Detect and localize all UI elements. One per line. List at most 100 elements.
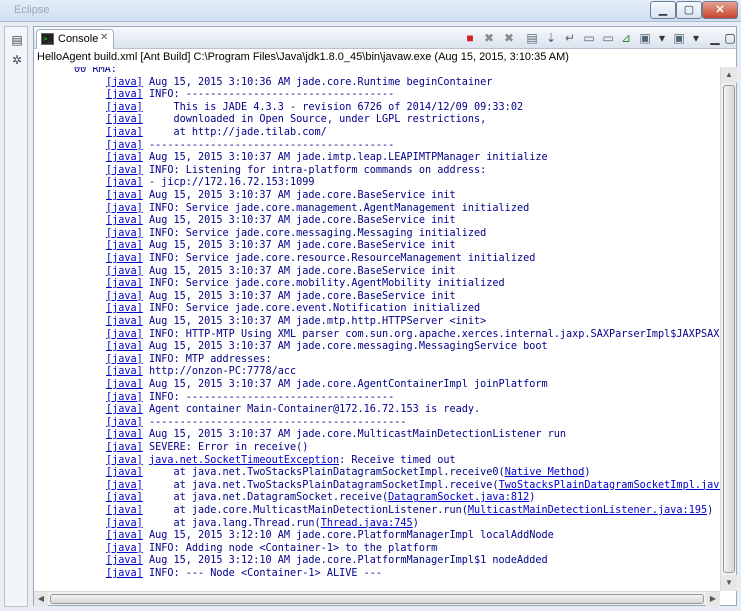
java-task-prefix[interactable]: [java] bbox=[106, 253, 143, 264]
scroll-right-icon[interactable]: ▶ bbox=[706, 592, 720, 606]
scroll-lock-icon[interactable]: ⇣ bbox=[543, 30, 559, 46]
java-task-prefix[interactable]: [java] bbox=[106, 341, 143, 352]
java-task-prefix[interactable]: [java] bbox=[106, 467, 143, 478]
show-on-error-icon[interactable]: ▭ bbox=[600, 30, 616, 46]
scroll-left-icon[interactable]: ◀ bbox=[34, 592, 48, 606]
java-task-prefix[interactable]: [java] bbox=[106, 203, 143, 214]
java-task-prefix[interactable]: [java] bbox=[106, 543, 143, 554]
console-line-text: Aug 15, 2015 3:10:37 AM jade.core.BaseSe… bbox=[142, 190, 456, 201]
console-line: [java] at java.net.TwoStacksPlainDatagra… bbox=[106, 480, 720, 493]
console-line: [java] INFO: Listening for intra-platfor… bbox=[106, 165, 486, 178]
maximize-button[interactable]: ▢ bbox=[676, 1, 702, 19]
java-task-prefix[interactable]: [java] bbox=[106, 228, 143, 239]
java-task-prefix[interactable]: [java] bbox=[106, 404, 143, 415]
java-task-prefix[interactable]: [java] bbox=[106, 429, 143, 440]
remove-all-terminated-icon[interactable]: ✖ bbox=[501, 30, 517, 46]
console-line-text: INFO: Adding node <Container-1> to the p… bbox=[142, 542, 438, 554]
java-task-prefix[interactable]: [java] bbox=[106, 492, 143, 503]
java-task-prefix[interactable]: [java] bbox=[106, 152, 143, 163]
java-task-prefix[interactable]: [java] bbox=[106, 240, 143, 251]
scroll-down-icon[interactable]: ▼ bbox=[721, 575, 737, 591]
java-task-prefix[interactable]: [java] bbox=[106, 379, 143, 390]
java-task-prefix[interactable]: [java] bbox=[106, 366, 143, 377]
java-task-prefix[interactable]: [java] bbox=[106, 77, 143, 88]
java-task-prefix[interactable]: [java] bbox=[106, 455, 143, 466]
minimize-icon: ▁ bbox=[658, 4, 668, 16]
stacktrace-link[interactable]: TwoStacksPlainDatagramSocketImpl.java:11… bbox=[499, 480, 720, 491]
launch-status-line: HelloAgent build.xml [Ant Build] C:\Prog… bbox=[37, 51, 569, 63]
java-task-prefix[interactable]: [java] bbox=[106, 392, 143, 403]
console-output[interactable]: 00 RMA: [java] Aug 15, 2015 3:10:36 AM ja… bbox=[34, 67, 720, 591]
java-task-prefix[interactable]: [java] bbox=[106, 177, 143, 188]
java-task-prefix[interactable]: [java] bbox=[106, 215, 143, 226]
vertical-scroll-thumb[interactable] bbox=[723, 85, 735, 573]
console-line-text: SEVERE: Error in receive() bbox=[142, 442, 309, 453]
horizontal-scrollbar[interactable]: ◀ ▶ bbox=[34, 591, 720, 606]
tab-console[interactable]: >_ Console ✕ bbox=[36, 29, 114, 49]
minimize-button[interactable]: ▁ bbox=[650, 1, 676, 19]
terminate-icon[interactable]: ■ bbox=[462, 30, 478, 46]
java-task-prefix[interactable]: [java] bbox=[106, 518, 143, 529]
console-line-text: Aug 15, 2015 3:10:37 AM jade.mtp.http.HT… bbox=[142, 316, 487, 327]
display-selected-console-icon[interactable]: ▣ bbox=[637, 30, 653, 46]
vertical-scrollbar[interactable]: ▲ ▼ bbox=[720, 67, 737, 591]
window-titlebar: Eclipse ▁ ▢ ✕ bbox=[0, 0, 741, 22]
java-task-prefix[interactable]: [java] bbox=[106, 102, 143, 113]
console-line: [java] Aug 15, 2015 3:10:37 AM jade.mtp.… bbox=[106, 316, 486, 329]
console-line: [java] INFO: Service jade.core.managemen… bbox=[106, 203, 529, 216]
java-task-prefix[interactable]: [java] bbox=[106, 329, 143, 340]
java-task-prefix[interactable]: [java] bbox=[106, 114, 143, 125]
console-line-text: at java.net.TwoStacksPlainDatagramSocket… bbox=[142, 479, 499, 491]
stacktrace-link[interactable]: MulticastMainDetectionListener.java:195 bbox=[468, 505, 707, 516]
java-task-prefix[interactable]: [java] bbox=[106, 505, 143, 516]
restore-view-icon[interactable]: ▤ bbox=[10, 33, 24, 47]
java-task-prefix[interactable]: [java] bbox=[106, 303, 143, 314]
tab-close-icon[interactable]: ✕ bbox=[100, 32, 108, 43]
console-line-text: - jicp://172.16.72.153:1099 bbox=[142, 177, 315, 189]
java-task-prefix[interactable]: [java] bbox=[106, 568, 143, 579]
java-task-prefix[interactable]: [java] bbox=[106, 417, 143, 428]
java-task-prefix[interactable]: [java] bbox=[106, 140, 143, 151]
console-line-text: downloaded in Open Source, under LGPL re… bbox=[142, 114, 487, 126]
console-line: [java] This is JADE 4.3.3 - revision 672… bbox=[106, 102, 523, 115]
word-wrap-icon[interactable]: ↵ bbox=[562, 30, 578, 46]
horizontal-scroll-thumb[interactable] bbox=[50, 594, 704, 604]
java-task-prefix[interactable]: [java] bbox=[106, 530, 143, 541]
java-task-prefix[interactable]: [java] bbox=[106, 190, 143, 201]
java-task-prefix[interactable]: [java] bbox=[106, 127, 143, 138]
scroll-up-icon[interactable]: ▲ bbox=[721, 67, 737, 83]
close-window-button[interactable]: ✕ bbox=[702, 1, 738, 19]
java-task-prefix[interactable]: [java] bbox=[106, 278, 143, 289]
console-line-text: INFO: Service jade.core.resource.Resourc… bbox=[142, 253, 536, 264]
open-console-icon[interactable]: ▣ bbox=[671, 30, 687, 46]
java-task-prefix[interactable]: [java] bbox=[106, 354, 143, 365]
remove-launch-icon[interactable]: ✖ bbox=[481, 30, 497, 46]
minimize-view-icon[interactable]: ▁ bbox=[707, 30, 723, 46]
stacktrace-link[interactable]: Native Method bbox=[505, 467, 585, 478]
pin-console-icon[interactable]: ⊿ bbox=[618, 30, 634, 46]
java-task-prefix[interactable]: [java] bbox=[106, 480, 143, 491]
console-line: [java] Aug 15, 2015 3:10:37 AM jade.core… bbox=[106, 266, 456, 279]
java-task-prefix[interactable]: [java] bbox=[106, 165, 143, 176]
open-dropdown-icon[interactable]: ▾ bbox=[688, 30, 704, 46]
java-task-prefix[interactable]: [java] bbox=[106, 89, 143, 100]
console-line-text: Aug 15, 2015 3:10:37 AM jade.core.BaseSe… bbox=[142, 215, 456, 227]
stacktrace-link[interactable]: Thread.java:745 bbox=[321, 518, 413, 529]
java-task-prefix[interactable]: [java] bbox=[106, 316, 143, 327]
console-line: [java] http://onzon-PC:7778/acc bbox=[106, 366, 296, 379]
java-task-prefix[interactable]: [java] bbox=[106, 442, 143, 453]
java-task-prefix[interactable]: [java] bbox=[106, 291, 143, 302]
java-task-prefix[interactable]: [java] bbox=[106, 266, 143, 277]
show-on-output-icon[interactable]: ▭ bbox=[581, 30, 597, 46]
console-line: [java] Aug 15, 2015 3:10:37 AM jade.imtp… bbox=[106, 152, 548, 165]
console-line: [java] at java.net.DatagramSocket.receiv… bbox=[106, 492, 535, 505]
console-line: [java] Aug 15, 2015 3:10:36 AM jade.core… bbox=[106, 77, 492, 90]
clear-console-icon[interactable]: ▤ bbox=[524, 30, 540, 46]
stacktrace-link[interactable]: DatagramSocket.java:812 bbox=[388, 492, 529, 503]
display-dropdown-icon[interactable]: ▾ bbox=[654, 30, 670, 46]
console-line: [java] downloaded in Open Source, under … bbox=[106, 114, 486, 127]
stacktrace-link[interactable]: java.net.SocketTimeoutException bbox=[149, 455, 339, 466]
debug-bug-icon[interactable]: ✲ bbox=[10, 53, 24, 67]
java-task-prefix[interactable]: [java] bbox=[106, 555, 143, 566]
maximize-view-icon[interactable]: ▢ bbox=[722, 30, 738, 46]
